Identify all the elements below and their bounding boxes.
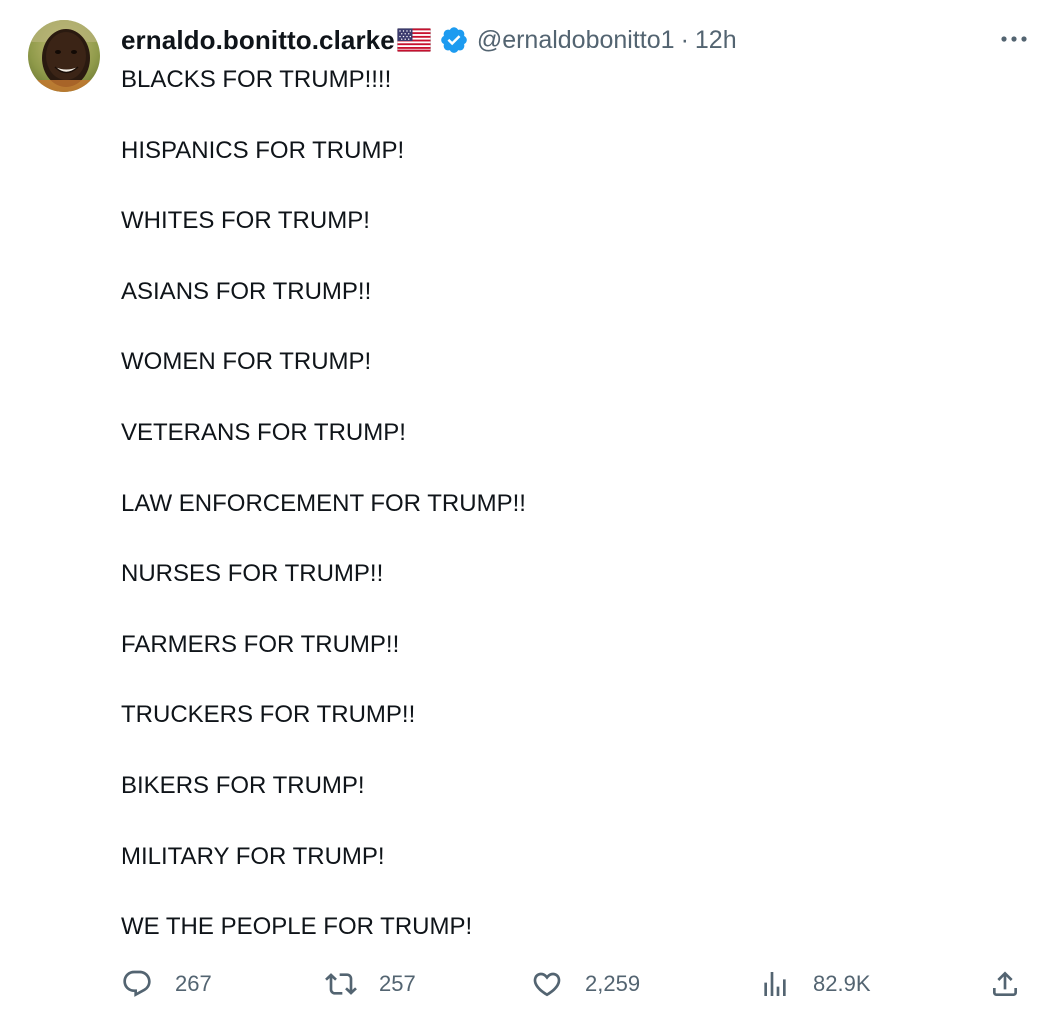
- reply-count: 267: [175, 971, 212, 996]
- tweet-line: FARMERS FOR TRUMP!!: [121, 630, 400, 658]
- tweet-line: BIKERS FOR TRUMP!: [121, 771, 365, 799]
- reply-icon: [121, 968, 153, 1000]
- views-button[interactable]: 82.9K: [759, 962, 871, 1006]
- tweet-header: ernaldo.bonitto.clarke @ernaldobonitto1 …: [121, 22, 737, 58]
- reply-button[interactable]: 267: [121, 962, 212, 1006]
- timestamp[interactable]: 12h: [695, 26, 737, 55]
- tweet-line: TRUCKERS FOR TRUMP!!: [121, 701, 416, 729]
- tweet-text: BLACKS FOR TRUMP!!!! HISPANICS FOR TRUMP…: [121, 62, 1001, 944]
- share-icon: [989, 968, 1021, 1000]
- tweet-line: WHITES FOR TRUMP!: [121, 207, 370, 235]
- tweet-line: ASIANS FOR TRUMP!!: [121, 277, 372, 305]
- heart-icon: [531, 968, 563, 1000]
- tweet-line: LAW ENFORCEMENT FOR TRUMP!!: [121, 489, 526, 517]
- display-name[interactable]: ernaldo.bonitto.clarke: [121, 25, 395, 56]
- tweet: ernaldo.bonitto.clarke @ernaldobonitto1 …: [0, 0, 1056, 1020]
- tweet-line: WE THE PEOPLE FOR TRUMP!: [121, 913, 473, 941]
- analytics-icon: [759, 968, 791, 1000]
- tweet-line: MILITARY FOR TRUMP!: [121, 842, 385, 870]
- separator-dot: ·: [680, 25, 689, 54]
- tweet-line: VETERANS FOR TRUMP!: [121, 418, 406, 446]
- tweet-line: BLACKS FOR TRUMP!!!!: [121, 66, 392, 93]
- avatar-image: [28, 20, 100, 92]
- handle[interactable]: @ernaldobonitto1: [477, 26, 675, 55]
- more-options-icon[interactable]: [1000, 28, 1028, 50]
- like-count: 2,259: [585, 971, 641, 996]
- share-button[interactable]: [989, 962, 1021, 1006]
- us-flag-icon: [396, 28, 431, 52]
- verified-badge-icon[interactable]: [439, 25, 469, 55]
- tweet-line: WOMEN FOR TRUMP!: [121, 348, 372, 376]
- retweet-icon: [325, 968, 357, 1000]
- retweet-button[interactable]: 257: [325, 962, 416, 1006]
- avatar[interactable]: [28, 20, 100, 92]
- tweet-actions: 267 257 2,259 82.9K: [121, 962, 1021, 1006]
- tweet-line: NURSES FOR TRUMP!!: [121, 560, 384, 588]
- like-button[interactable]: 2,259: [531, 962, 640, 1006]
- retweet-count: 257: [379, 971, 416, 996]
- tweet-line: HISPANICS FOR TRUMP!: [121, 136, 405, 164]
- view-count: 82.9K: [813, 971, 871, 996]
